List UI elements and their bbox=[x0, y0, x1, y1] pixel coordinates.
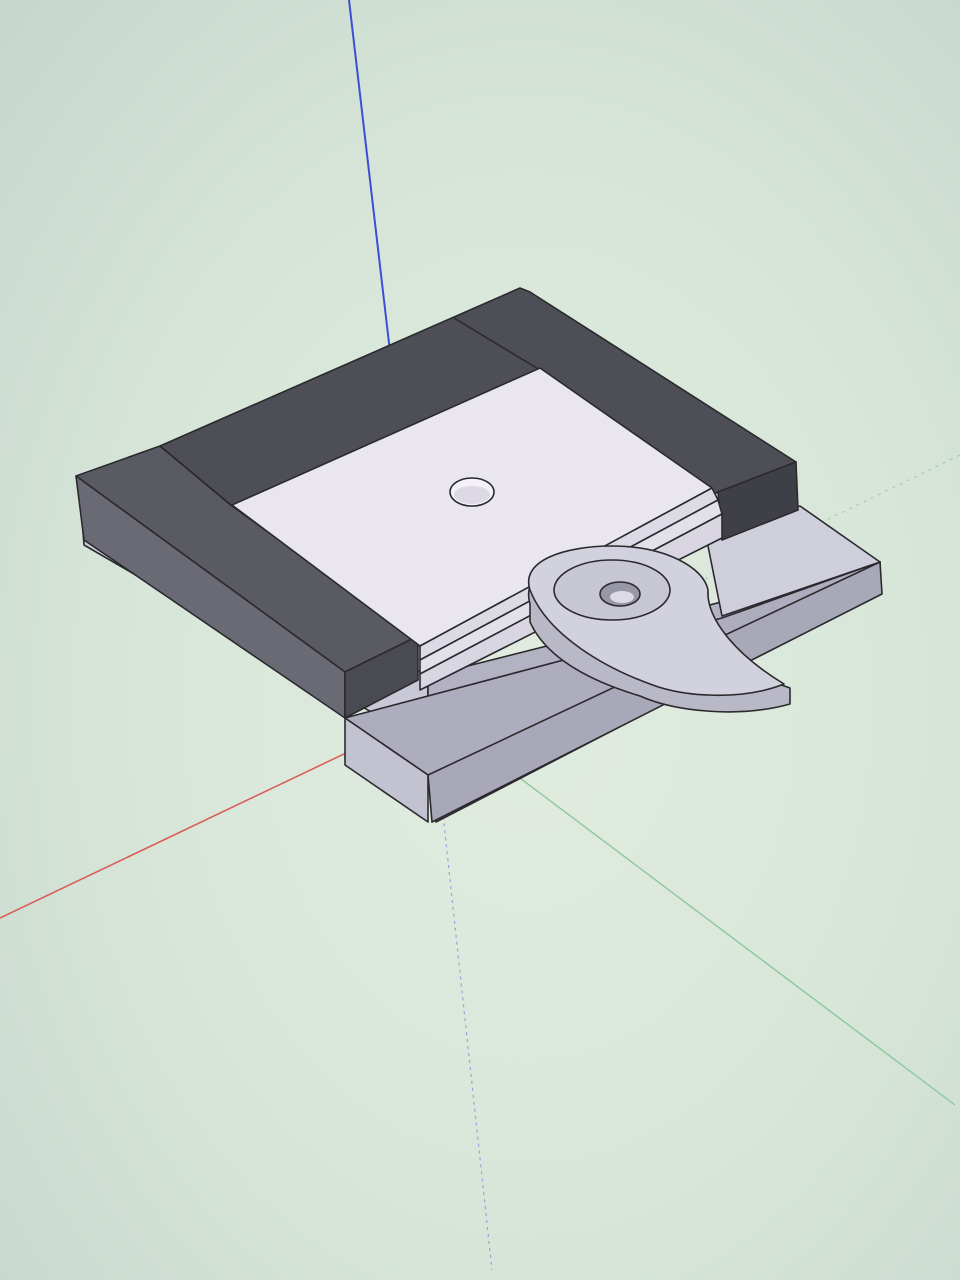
modeling-viewport[interactable] bbox=[0, 0, 960, 1280]
scene-canvas[interactable] bbox=[0, 0, 960, 1280]
